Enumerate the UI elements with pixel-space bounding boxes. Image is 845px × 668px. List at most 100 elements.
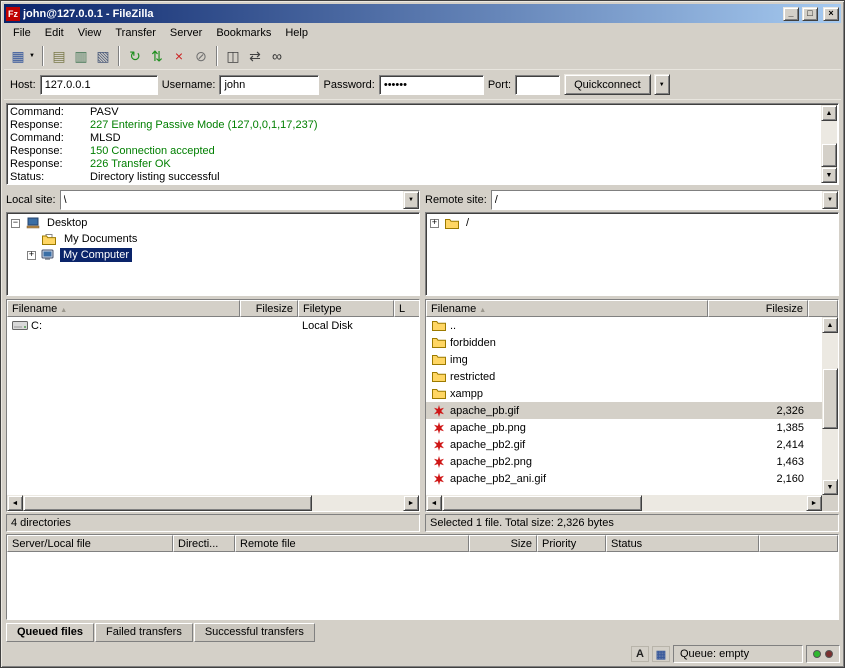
keypad-icon[interactable]: ▦ xyxy=(652,646,670,662)
column-header-status[interactable]: Status xyxy=(606,535,759,552)
minimize-button[interactable]: _ xyxy=(783,7,799,21)
menu-server[interactable]: Server xyxy=(163,24,209,42)
local-file-list-body[interactable]: C:Local Disk xyxy=(7,317,419,495)
log-vscrollbar[interactable]: ▲ ▼ xyxy=(821,105,837,183)
remote-hscrollbar[interactable]: ◄ ► xyxy=(426,495,822,511)
process-queue-icon[interactable]: ⇅ xyxy=(146,45,168,67)
remote-site-combobox[interactable]: ▼ xyxy=(491,190,839,210)
titlebar[interactable]: Fz john@127.0.0.1 - FileZilla _ □ × xyxy=(4,4,841,23)
username-input[interactable] xyxy=(219,75,319,95)
local-site-combobox[interactable]: ▼ xyxy=(60,190,420,210)
toggle-transfer-queue-icon[interactable]: ▧ xyxy=(92,45,114,67)
collapse-icon[interactable]: − xyxy=(11,219,20,228)
column-header-priority[interactable]: Priority xyxy=(537,535,606,552)
port-input[interactable] xyxy=(515,75,560,95)
column-header-filename[interactable]: Filename ▲ xyxy=(426,300,708,317)
column-header-directi[interactable]: Directi... xyxy=(173,535,235,552)
menu-help[interactable]: Help xyxy=(278,24,315,42)
site-manager-icon-dropdown[interactable]: ▼ xyxy=(26,45,38,67)
scroll-track[interactable] xyxy=(442,495,806,511)
local-site-dropdown-icon[interactable]: ▼ xyxy=(403,191,419,209)
directory-comparison-icon[interactable]: ◫ xyxy=(222,45,244,67)
expand-icon[interactable]: + xyxy=(430,219,439,228)
cancel-operation-icon[interactable]: × xyxy=(168,45,190,67)
scroll-thumb[interactable] xyxy=(821,143,837,167)
file-row-img[interactable]: img xyxy=(426,351,822,368)
tab-failed-transfers[interactable]: Failed transfers xyxy=(95,623,193,642)
local-file-list: Filename ▲FilesizeFiletypeL C:Local Disk… xyxy=(6,299,420,512)
quickconnect-button[interactable]: Quickconnect xyxy=(564,74,651,95)
tree-item-my-computer[interactable]: +My Computer xyxy=(7,247,419,263)
menu-file[interactable]: File xyxy=(6,24,38,42)
local-site-input[interactable] xyxy=(61,191,403,209)
remote-directory-tree[interactable]: +/ xyxy=(425,212,839,296)
column-header-filesize[interactable]: Filesize xyxy=(708,300,808,317)
file-row-restricted[interactable]: restricted xyxy=(426,368,822,385)
expand-icon[interactable]: + xyxy=(27,251,36,260)
scroll-right-button[interactable]: ► xyxy=(403,495,419,511)
column-header-size[interactable]: Size xyxy=(469,535,537,552)
file-row-apache-pb-png[interactable]: apache_pb.png1,385 xyxy=(426,419,822,436)
scroll-track[interactable] xyxy=(822,333,838,479)
menu-edit[interactable]: Edit xyxy=(38,24,71,42)
file-row-apache-pb2-ani-gif[interactable]: apache_pb2_ani.gif2,160 xyxy=(426,470,822,487)
scroll-track[interactable] xyxy=(821,121,837,167)
remote-site-input[interactable] xyxy=(492,191,822,209)
column-header-filename[interactable]: Filename ▲ xyxy=(7,300,240,317)
tree-item-desktop[interactable]: −Desktop xyxy=(7,215,419,231)
refresh-icon[interactable]: ↻ xyxy=(124,45,146,67)
scroll-down-button[interactable]: ▼ xyxy=(821,167,837,183)
transfer-queue-body[interactable] xyxy=(7,552,838,619)
file-row-apache-pb-gif[interactable]: apache_pb.gif2,326 xyxy=(426,402,822,419)
remote-vscrollbar[interactable]: ▲ ▼ xyxy=(822,317,838,495)
local-directory-tree[interactable]: −DesktopMy Documents+My Computer xyxy=(6,212,420,296)
remote-site-label: Remote site: xyxy=(425,194,487,206)
image-file-icon xyxy=(430,405,447,417)
scroll-track[interactable] xyxy=(23,495,403,511)
file-row-c[interactable]: C:Local Disk xyxy=(7,317,419,334)
tree-item-my-documents[interactable]: My Documents xyxy=(7,231,419,247)
transfer-type-icon[interactable]: A xyxy=(631,646,649,662)
column-header-filetype[interactable]: Filetype xyxy=(298,300,394,317)
scroll-down-button[interactable]: ▼ xyxy=(822,479,838,495)
scroll-thumb[interactable] xyxy=(822,368,838,429)
menu-transfer[interactable]: Transfer xyxy=(108,24,163,42)
menu-bookmarks[interactable]: Bookmarks xyxy=(209,24,278,42)
file-row-forbidden[interactable]: forbidden xyxy=(426,334,822,351)
menu-view[interactable]: View xyxy=(71,24,109,42)
host-input[interactable] xyxy=(40,75,158,95)
toggle-message-log-icon[interactable]: ▤ xyxy=(48,45,70,67)
column-header-server-local-file[interactable]: Server/Local file xyxy=(7,535,173,552)
remote-file-list-body[interactable]: ..forbiddenimgrestrictedxamppapache_pb.g… xyxy=(426,317,822,495)
scroll-thumb[interactable] xyxy=(442,495,642,511)
synchronized-browsing-icon[interactable]: ⇄ xyxy=(244,45,266,67)
find-files-icon[interactable]: ∞ xyxy=(266,45,288,67)
scroll-left-button[interactable]: ◄ xyxy=(7,495,23,511)
toggle-directory-trees-icon[interactable]: ▥ xyxy=(70,45,92,67)
queue-header: Server/Local fileDirecti...Remote fileSi… xyxy=(7,535,838,552)
column-header-l[interactable]: L xyxy=(394,300,419,317)
scroll-up-button[interactable]: ▲ xyxy=(821,105,837,121)
tab-queued-files[interactable]: Queued files xyxy=(6,623,94,642)
disconnect-icon[interactable]: ⊘ xyxy=(190,45,212,67)
column-header-filesize[interactable]: Filesize xyxy=(240,300,298,317)
maximize-button[interactable]: □ xyxy=(802,7,818,21)
download-activity-led xyxy=(813,650,821,658)
scroll-right-button[interactable]: ► xyxy=(806,495,822,511)
close-button[interactable]: × xyxy=(823,7,839,21)
scroll-thumb[interactable] xyxy=(23,495,312,511)
password-input[interactable] xyxy=(379,75,484,95)
tree-item-item[interactable]: +/ xyxy=(426,215,838,231)
file-row-apache-pb2-gif[interactable]: apache_pb2.gif2,414 xyxy=(426,436,822,453)
column-header-remote-file[interactable]: Remote file xyxy=(235,535,469,552)
quickconnect-dropdown-button[interactable]: ▼ xyxy=(654,74,670,95)
file-row-xampp[interactable]: xampp xyxy=(426,385,822,402)
file-row-item[interactable]: .. xyxy=(426,317,822,334)
remote-site-dropdown-icon[interactable]: ▼ xyxy=(822,191,838,209)
file-row-apache-pb2-png[interactable]: apache_pb2.png1,463 xyxy=(426,453,822,470)
local-hscrollbar[interactable]: ◄ ► xyxy=(7,495,419,511)
message-log[interactable]: Command:PASVResponse:227 Entering Passiv… xyxy=(6,103,839,185)
scroll-up-button[interactable]: ▲ xyxy=(822,317,838,333)
scroll-left-button[interactable]: ◄ xyxy=(426,495,442,511)
tab-successful-transfers[interactable]: Successful transfers xyxy=(194,623,315,642)
